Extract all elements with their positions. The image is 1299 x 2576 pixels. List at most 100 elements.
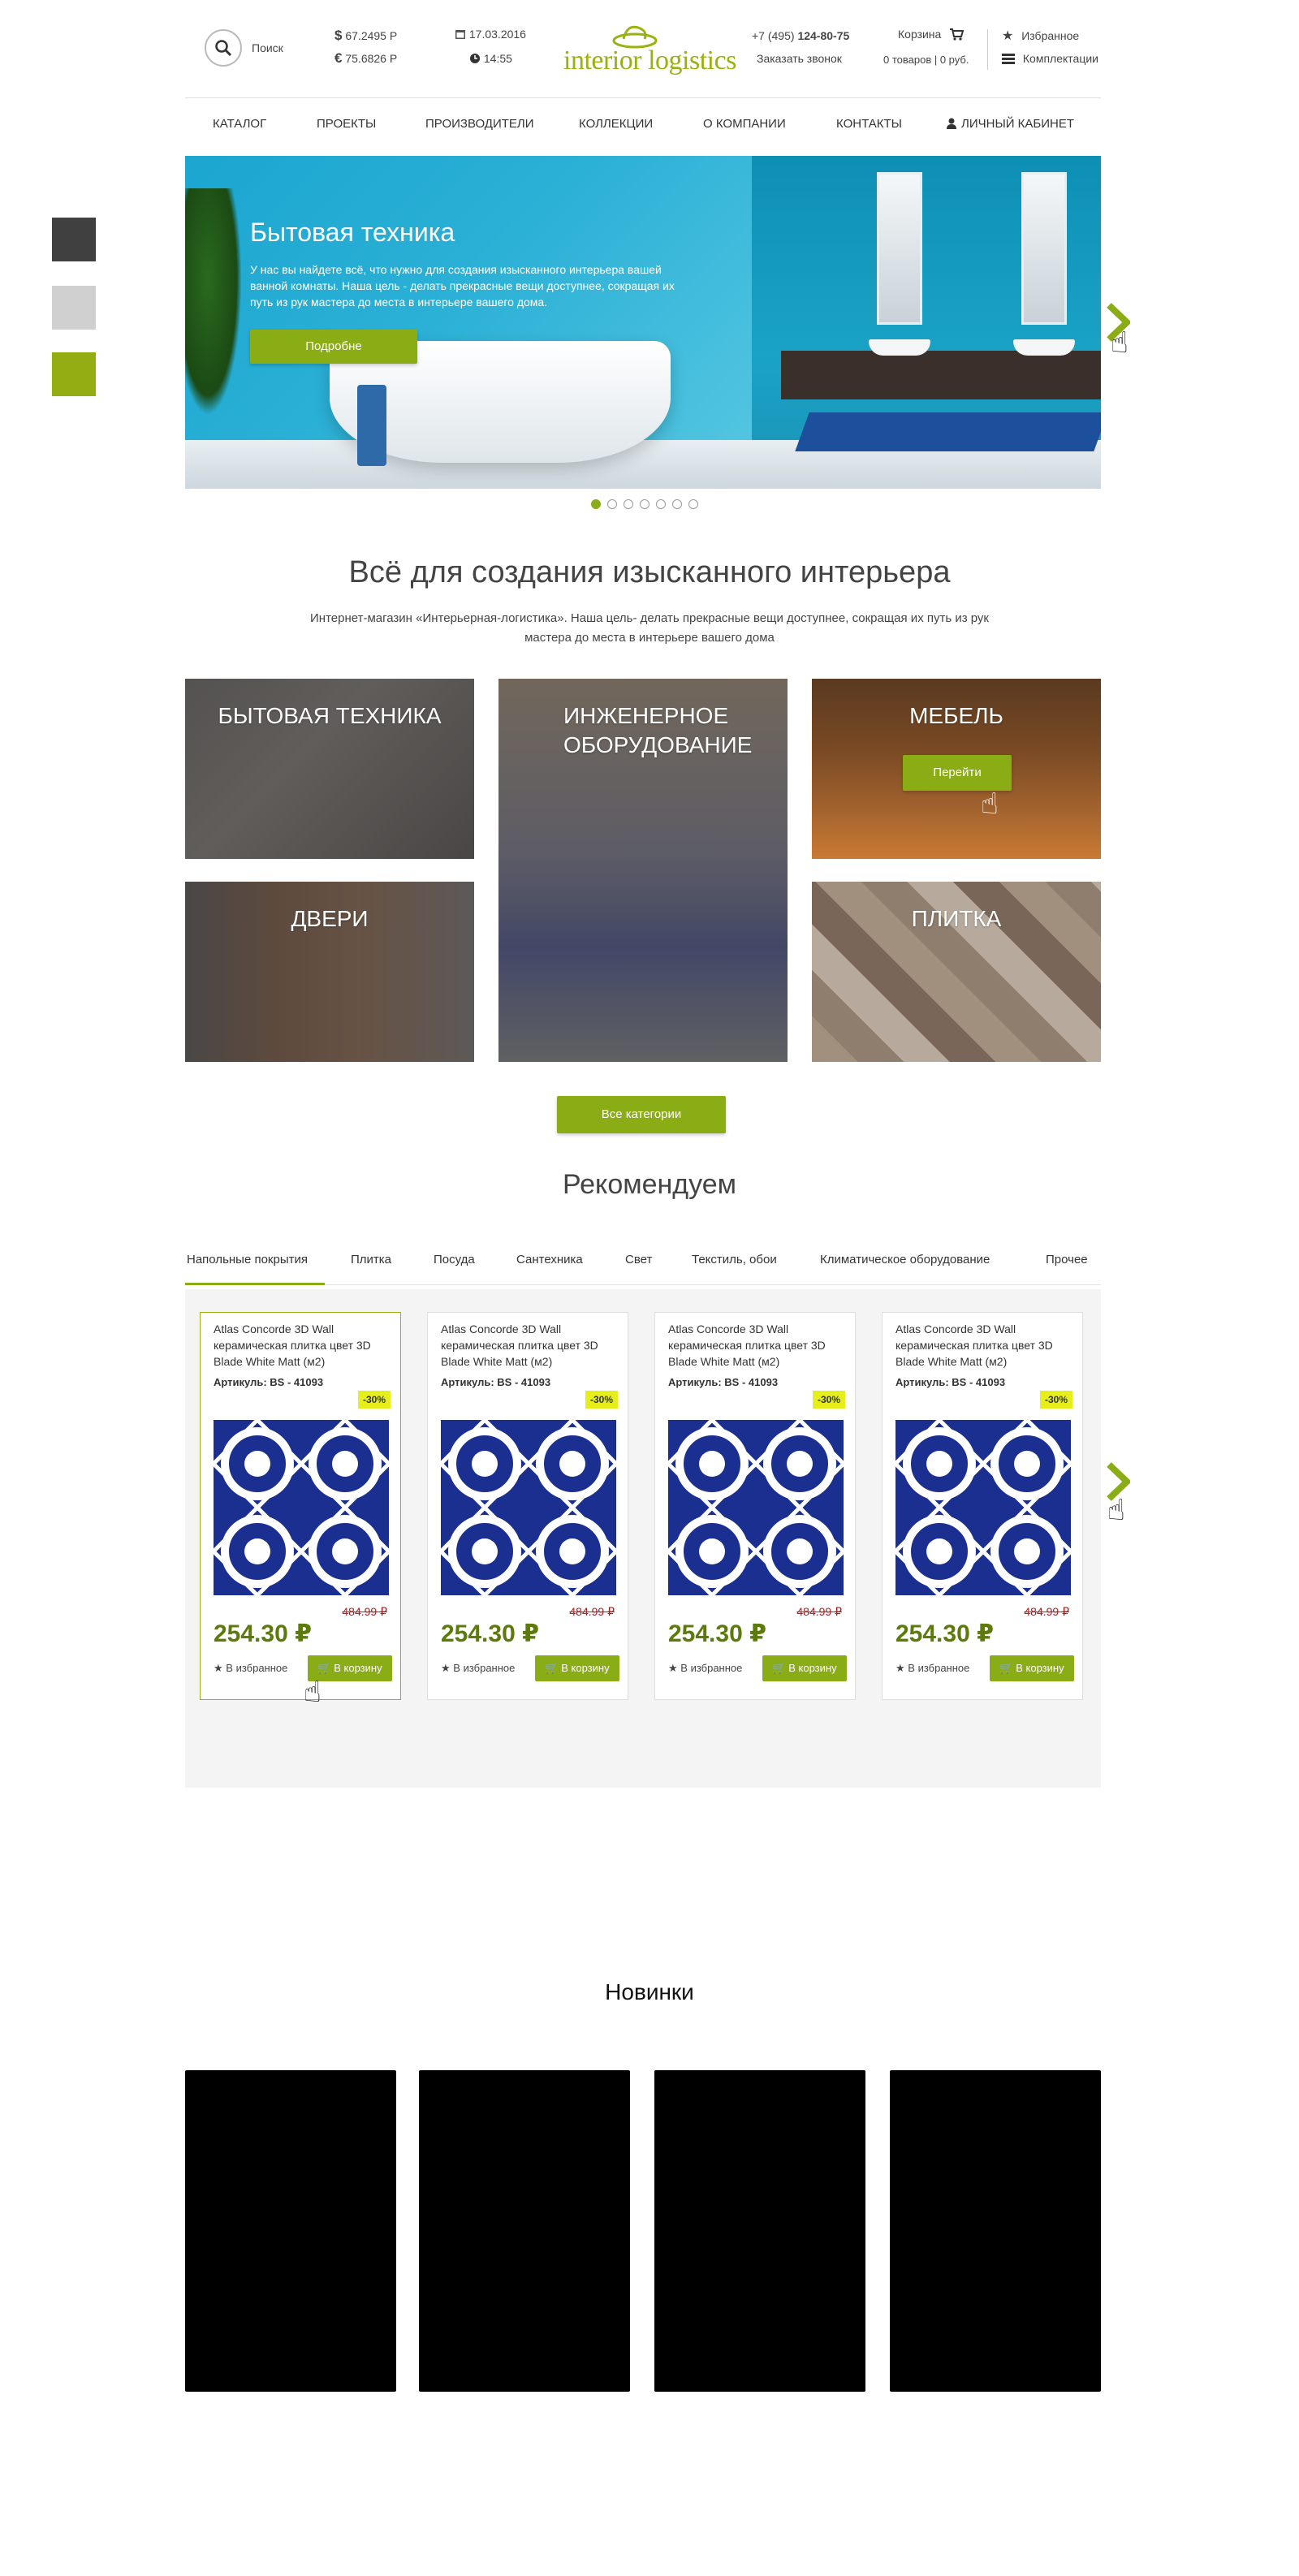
tile-pattern (668, 1420, 844, 1595)
add-to-favorites[interactable]: ★ В избранное (441, 1662, 515, 1675)
nav-manufacturers[interactable]: Производители (425, 117, 534, 131)
tab-light[interactable]: Свет (625, 1253, 652, 1266)
product-card[interactable]: Atlas Concorde 3D Wall керамическая плит… (427, 1312, 628, 1700)
product-sku: Артикуль: BS - 41093 (668, 1376, 779, 1388)
nav-contacts[interactable]: Контакты (836, 117, 902, 131)
category-furniture-go-button[interactable]: Перейти (903, 755, 1012, 791)
nav-catalog[interactable]: Каталог (213, 117, 266, 131)
add-to-favorites[interactable]: ★ В избранное (668, 1662, 742, 1675)
eur-rate: € 75.6826 Р (334, 50, 397, 67)
new-item-card[interactable] (419, 2070, 630, 2392)
product-image[interactable] (668, 1420, 844, 1595)
add-to-favorites[interactable]: ★ В избранное (895, 1662, 969, 1675)
cart-summary: 0 товаров | 0 руб. (883, 54, 969, 66)
star-icon: ★ (668, 1662, 678, 1674)
slide-dot[interactable] (656, 499, 666, 509)
add-to-favorites[interactable]: ★ В избранное (214, 1662, 287, 1675)
slide-dot[interactable] (672, 499, 682, 509)
price: 254.30 ₽ (214, 1620, 312, 1647)
tab-climate[interactable]: Климатическое оборудование (820, 1253, 990, 1266)
cart-label: Корзина (898, 28, 942, 41)
hero-slider[interactable]: Бытовая техника У нас вы найдете всё, чт… (185, 156, 1101, 489)
add-to-cart-button[interactable]: 🛒 В корзину (762, 1655, 847, 1681)
search-button[interactable] (205, 29, 242, 67)
price: 254.30 ₽ (441, 1620, 539, 1647)
product-image[interactable] (214, 1420, 389, 1595)
hero-rug (795, 412, 1101, 451)
nav-account-label: Личный кабинет (961, 117, 1075, 131)
recommend-title: Рекомендуем (562, 1169, 737, 1200)
phone[interactable]: +7 (495) 124-80-75 (752, 29, 849, 42)
category-tile[interactable]: Плитка (812, 882, 1101, 1062)
product-title[interactable]: Atlas Concorde 3D Wall керамическая плит… (895, 1321, 1074, 1370)
product-card[interactable]: Atlas Concorde 3D Wall керамическая плит… (654, 1312, 856, 1700)
nav-collections[interactable]: Коллекции (579, 117, 653, 131)
product-image[interactable] (441, 1420, 616, 1595)
cart-icon (950, 28, 965, 41)
tab-tile[interactable]: Плитка (351, 1253, 391, 1266)
tab-floor-coverings[interactable]: Напольные покрытия (187, 1253, 308, 1266)
slide-dot[interactable] (688, 499, 698, 509)
kits-link[interactable]: Комплектации (1002, 52, 1098, 65)
tab-active-underline (185, 1283, 325, 1285)
search-label[interactable]: Поиск (252, 41, 283, 54)
cart-link[interactable]: Корзина (898, 28, 965, 41)
header-divider (987, 29, 988, 70)
tab-textile[interactable]: Текстиль, обои (692, 1253, 777, 1266)
category-furniture[interactable]: Мебель Перейти ☝ (812, 679, 1101, 859)
logo-text: interior logistics (563, 45, 736, 76)
hero-towel (357, 385, 386, 466)
slide-dot[interactable] (607, 499, 617, 509)
hero-cabinet (781, 351, 1101, 399)
hero-plant (185, 188, 242, 416)
add-to-cart-button[interactable]: 🛒 В корзину (535, 1655, 619, 1681)
user-icon (947, 118, 956, 129)
time-value: 14:55 (483, 52, 512, 65)
product-title[interactable]: Atlas Concorde 3D Wall керамическая плит… (214, 1321, 392, 1370)
discount-badge: -30% (1039, 1391, 1072, 1409)
hero-more-button[interactable]: Подробне (250, 330, 417, 364)
star-icon: ★ (214, 1662, 223, 1674)
usd-rate-value: 67.2495 Р (345, 29, 398, 42)
nav-about[interactable]: О компании (703, 117, 786, 131)
product-title[interactable]: Atlas Concorde 3D Wall керамическая плит… (441, 1321, 619, 1370)
slide-dot[interactable] (591, 499, 601, 509)
slide-dot[interactable] (624, 499, 633, 509)
hero-title: Бытовая техника (250, 218, 455, 247)
category-doors[interactable]: Двери (185, 882, 474, 1062)
category-kitchen-label: Бытовая техника (218, 703, 442, 728)
list-icon (1002, 54, 1015, 64)
category-kitchen[interactable]: Бытовая техника (185, 679, 474, 859)
hand-cursor-icon: ☝ (1111, 326, 1129, 359)
nav-account[interactable]: Личный кабинет (947, 117, 1074, 131)
nav-projects[interactable]: Проекты (317, 117, 376, 131)
tile-pattern (441, 1420, 616, 1595)
eur-rate-value: 75.6826 Р (345, 52, 398, 65)
intro-title: Всё для создания изысканного интерьера (348, 555, 951, 589)
hero-description: У нас вы найдете всё, что нужно для созд… (250, 263, 675, 309)
logo[interactable]: interior logistics (563, 23, 736, 76)
hero-mirror-left (877, 172, 922, 325)
tab-plumbing[interactable]: Сантехника (516, 1253, 583, 1266)
slide-dot[interactable] (640, 499, 650, 509)
favorites-link[interactable]: ★ Избранное (1002, 28, 1079, 44)
callback-link[interactable]: Заказать звонок (757, 52, 842, 65)
add-to-cart-button[interactable]: 🛒 В корзину (990, 1655, 1074, 1681)
product-image[interactable] (895, 1420, 1071, 1595)
hero-pagination[interactable] (591, 499, 698, 509)
product-title[interactable]: Atlas Concorde 3D Wall керамическая плит… (668, 1321, 847, 1370)
nav-top-line (185, 97, 1101, 98)
category-engineering[interactable]: Инженерное оборудование (498, 679, 788, 1062)
new-item-card[interactable] (654, 2070, 865, 2392)
new-item-card[interactable] (890, 2070, 1101, 2392)
discount-badge: -30% (812, 1391, 845, 1409)
all-categories-button[interactable]: Все категории (557, 1096, 726, 1133)
tab-other[interactable]: Прочее (1046, 1253, 1088, 1266)
new-item-card[interactable] (185, 2070, 396, 2392)
price: 254.30 ₽ (895, 1620, 994, 1647)
tab-dishes[interactable]: Посуда (434, 1253, 475, 1266)
intro-text: Интернет-магазин «Интерьерная-логистика»… (310, 611, 989, 645)
product-card[interactable]: Atlas Concorde 3D Wall керамическая плит… (882, 1312, 1083, 1700)
dollar-icon: $ (334, 28, 343, 43)
product-card[interactable]: Atlas Concorde 3D Wall керамическая плит… (200, 1312, 401, 1700)
